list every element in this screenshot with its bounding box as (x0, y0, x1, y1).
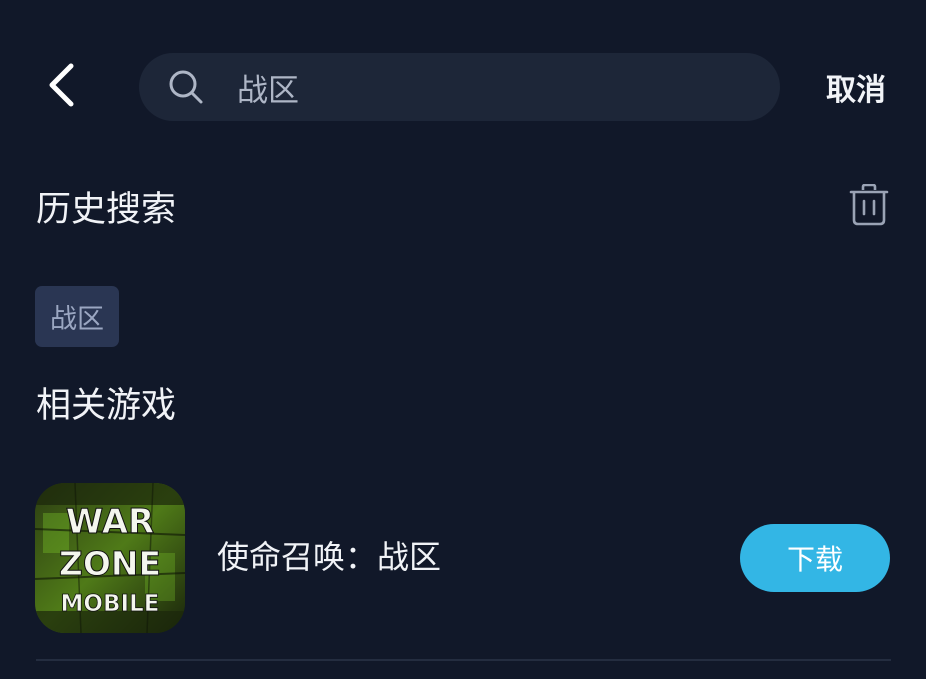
search-bar[interactable] (139, 53, 780, 121)
game-icon-text-line-3: MOBILE (61, 591, 160, 617)
game-list-item[interactable]: WAR ZONE MOBILE 使命召唤：战区 下载 (35, 483, 892, 633)
game-icon-text-line-2: ZONE (59, 544, 161, 583)
clear-history-button[interactable] (846, 183, 892, 230)
divider (36, 659, 891, 661)
related-games-title: 相关游戏 (36, 386, 177, 426)
search-page: 取消 历史搜索 战区 相关游戏 (0, 0, 926, 679)
chevron-left-icon (47, 63, 75, 111)
history-section-title: 历史搜索 (36, 190, 177, 230)
trash-icon (849, 183, 889, 230)
game-title: 使命召唤：战区 (217, 538, 442, 576)
search-input[interactable] (237, 57, 717, 117)
cancel-button[interactable]: 取消 (816, 64, 896, 110)
history-chip[interactable]: 战区 (35, 286, 119, 347)
game-icon-text-line-1: WAR (66, 502, 154, 542)
download-button[interactable]: 下载 (740, 524, 890, 592)
search-icon (167, 68, 205, 106)
warzone-mobile-app-icon[interactable]: WAR ZONE MOBILE (35, 483, 185, 633)
back-button[interactable] (36, 60, 86, 114)
